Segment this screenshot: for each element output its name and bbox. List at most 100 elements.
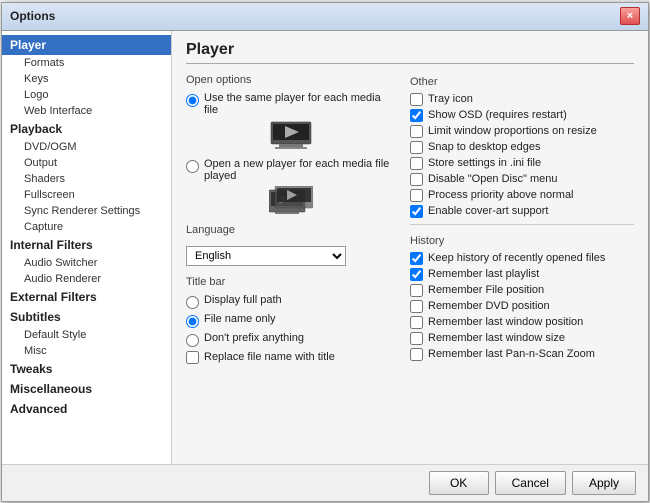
process-priority-checkbox[interactable] <box>410 189 423 202</box>
sidebar-item-tweaks[interactable]: Tweaks <box>2 359 171 379</box>
two-col-layout: Open options Use the same player for eac… <box>186 74 634 364</box>
content-area: Player Open options Use the same player … <box>172 31 648 464</box>
radio-same-player-label: Use the same player for each media file <box>204 92 396 116</box>
sidebar-item-default-style[interactable]: Default Style <box>2 327 171 343</box>
enable-cover-label: Enable cover-art support <box>428 205 548 217</box>
remember-dvd-position-checkbox[interactable] <box>410 300 423 313</box>
title-bar-section-label: Title bar <box>186 276 396 288</box>
left-column: Open options Use the same player for eac… <box>186 74 396 364</box>
remember-file-position-checkbox[interactable] <box>410 284 423 297</box>
enable-cover-row: Enable cover-art support <box>410 205 634 218</box>
show-osd-checkbox[interactable] <box>410 109 423 122</box>
snap-desktop-row: Snap to desktop edges <box>410 141 634 154</box>
radio-file-name-only-option: File name only <box>186 313 396 328</box>
radio-dont-prefix-option: Don't prefix anything <box>186 332 396 347</box>
remember-dvd-position-row: Remember DVD position <box>410 300 634 313</box>
replace-file-checkbox[interactable] <box>186 351 199 364</box>
remember-pan-scan-label: Remember last Pan-n-Scan Zoom <box>428 348 595 360</box>
sidebar-item-audio-renderer[interactable]: Audio Renderer <box>2 271 171 287</box>
open-options-label: Open options <box>186 74 396 86</box>
cancel-button[interactable]: Cancel <box>495 471 566 495</box>
sidebar-item-keys[interactable]: Keys <box>2 71 171 87</box>
apply-button[interactable]: Apply <box>572 471 636 495</box>
remember-last-playlist-row: Remember last playlist <box>410 268 634 281</box>
sidebar-item-external-filters[interactable]: External Filters <box>2 287 171 307</box>
sidebar: Player Formats Keys Logo Web Interface P… <box>2 31 172 464</box>
radio-new-player[interactable] <box>186 160 199 173</box>
sidebar-item-playback[interactable]: Playback <box>2 119 171 139</box>
divider <box>410 224 634 225</box>
remember-pan-scan-row: Remember last Pan-n-Scan Zoom <box>410 348 634 361</box>
language-section: Language English French German Spanish <box>186 224 396 266</box>
sidebar-item-dvd-ogm[interactable]: DVD/OGM <box>2 139 171 155</box>
title-bar: Options × <box>2 3 648 31</box>
radio-same-player-option: Use the same player for each media file <box>186 92 396 116</box>
remember-last-playlist-label: Remember last playlist <box>428 268 539 280</box>
radio-full-path[interactable] <box>186 296 199 309</box>
replace-checkbox-row: Replace file name with title <box>186 351 396 364</box>
main-content: Player Formats Keys Logo Web Interface P… <box>2 31 648 464</box>
remember-last-window-size-checkbox[interactable] <box>410 332 423 345</box>
store-ini-label: Store settings in .ini file <box>428 157 541 169</box>
remember-last-window-position-row: Remember last window position <box>410 316 634 329</box>
other-label: Other <box>410 76 634 88</box>
remember-file-position-row: Remember File position <box>410 284 634 297</box>
sidebar-item-miscellaneous[interactable]: Miscellaneous <box>2 379 171 399</box>
process-priority-row: Process priority above normal <box>410 189 634 202</box>
ok-button[interactable]: OK <box>429 471 489 495</box>
show-osd-label: Show OSD (requires restart) <box>428 109 567 121</box>
limit-window-checkbox[interactable] <box>410 125 423 138</box>
tray-icon-label: Tray icon <box>428 93 473 105</box>
disable-open-disc-row: Disable "Open Disc" menu <box>410 173 634 186</box>
media-icon-new <box>186 186 396 216</box>
radio-same-player[interactable] <box>186 94 199 107</box>
limit-window-label: Limit window proportions on resize <box>428 125 597 137</box>
sidebar-item-fullscreen[interactable]: Fullscreen <box>2 187 171 203</box>
sidebar-item-capture[interactable]: Capture <box>2 219 171 235</box>
remember-file-position-label: Remember File position <box>428 284 544 296</box>
remember-pan-scan-checkbox[interactable] <box>410 348 423 361</box>
show-osd-row: Show OSD (requires restart) <box>410 109 634 122</box>
close-button[interactable]: × <box>620 7 640 25</box>
radio-file-name-only-label: File name only <box>204 313 276 325</box>
keep-history-label: Keep history of recently opened files <box>428 252 605 264</box>
window-title: Options <box>10 9 55 23</box>
disable-open-disc-checkbox[interactable] <box>410 173 423 186</box>
sidebar-item-advanced[interactable]: Advanced <box>2 399 171 419</box>
keep-history-row: Keep history of recently opened files <box>410 252 634 265</box>
process-priority-label: Process priority above normal <box>428 189 574 201</box>
bottom-bar: OK Cancel Apply <box>2 464 648 501</box>
enable-cover-checkbox[interactable] <box>410 205 423 218</box>
radio-full-path-option: Display full path <box>186 294 396 309</box>
sidebar-item-shaders[interactable]: Shaders <box>2 171 171 187</box>
history-label: History <box>410 235 634 247</box>
snap-desktop-label: Snap to desktop edges <box>428 141 541 153</box>
remember-last-window-position-checkbox[interactable] <box>410 316 423 329</box>
language-label: Language <box>186 224 396 236</box>
store-ini-checkbox[interactable] <box>410 157 423 170</box>
media-icon-same <box>186 120 396 150</box>
remember-last-window-size-label: Remember last window size <box>428 332 565 344</box>
sidebar-item-audio-switcher[interactable]: Audio Switcher <box>2 255 171 271</box>
sidebar-item-sync-renderer[interactable]: Sync Renderer Settings <box>2 203 171 219</box>
sidebar-item-internal-filters[interactable]: Internal Filters <box>2 235 171 255</box>
remember-last-playlist-checkbox[interactable] <box>410 268 423 281</box>
radio-dont-prefix-label: Don't prefix anything <box>204 332 304 344</box>
sidebar-item-player[interactable]: Player <box>2 35 171 55</box>
sidebar-item-misc[interactable]: Misc <box>2 343 171 359</box>
sidebar-item-formats[interactable]: Formats <box>2 55 171 71</box>
snap-desktop-checkbox[interactable] <box>410 141 423 154</box>
tray-icon-checkbox[interactable] <box>410 93 423 106</box>
sidebar-item-logo[interactable]: Logo <box>2 87 171 103</box>
right-column: Other Tray icon Show OSD (requires resta… <box>410 74 634 364</box>
keep-history-checkbox[interactable] <box>410 252 423 265</box>
sidebar-item-output[interactable]: Output <box>2 155 171 171</box>
options-window: Options × Player Formats Keys Logo Web I… <box>1 2 649 502</box>
language-select[interactable]: English French German Spanish <box>186 246 346 266</box>
radio-new-player-option: Open a new player for each media file pl… <box>186 158 396 182</box>
replace-file-label: Replace file name with title <box>204 351 335 363</box>
radio-file-name-only[interactable] <box>186 315 199 328</box>
sidebar-item-subtitles[interactable]: Subtitles <box>2 307 171 327</box>
sidebar-item-web-interface[interactable]: Web Interface <box>2 103 171 119</box>
radio-dont-prefix[interactable] <box>186 334 199 347</box>
